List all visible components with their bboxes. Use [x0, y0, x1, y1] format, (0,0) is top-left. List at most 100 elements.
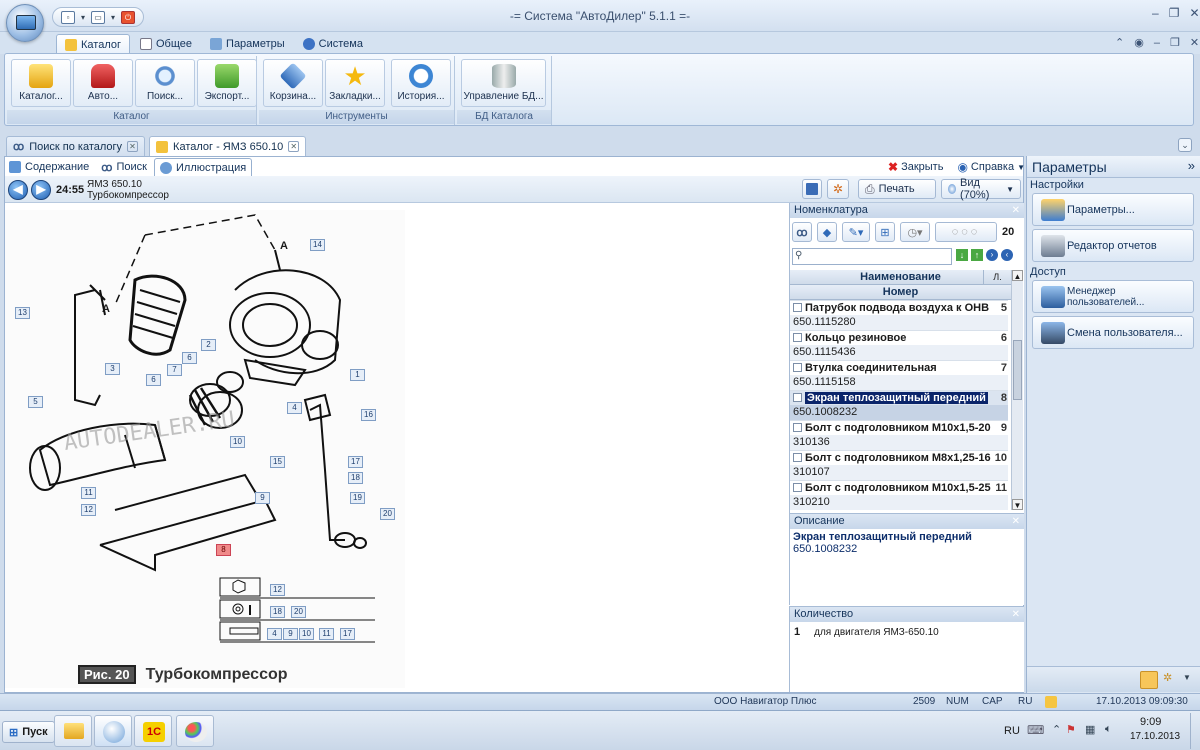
user-manager-button[interactable]: Менеджер пользователей... — [1032, 280, 1194, 313]
tray-lang[interactable]: RU — [1004, 725, 1020, 737]
checkbox[interactable] — [793, 363, 802, 372]
parameters-button[interactable]: Параметры... — [1032, 193, 1194, 226]
list-item[interactable]: Кольцо резиновое 6 — [790, 330, 1008, 345]
list-item-number[interactable]: 650.1008232 — [790, 405, 1008, 420]
checkbox[interactable] — [793, 393, 802, 402]
tab-general[interactable]: Общее — [132, 34, 200, 54]
callout[interactable]: 3 — [105, 363, 120, 375]
scrollbar[interactable]: ▲ ▼ — [1011, 270, 1023, 510]
start-button[interactable]: ⊞ Пуск — [2, 721, 55, 743]
legend-callout[interactable]: 20 — [291, 606, 306, 618]
legend-callout[interactable]: 17 — [340, 628, 355, 640]
search-input[interactable]: ⚲ — [792, 248, 952, 265]
callout[interactable]: 14 — [310, 239, 325, 251]
history-icon[interactable]: ◌◌◌ — [935, 222, 997, 242]
clock-icon[interactable]: ◷▾ — [900, 222, 930, 242]
forward-button[interactable]: ▶ — [31, 180, 51, 200]
scroll-thumb[interactable] — [1013, 340, 1022, 400]
doc-tab-search[interactable]: ꝏ Поиск по каталогу ✕ — [6, 136, 146, 156]
restore-icon[interactable]: ❐ — [1170, 36, 1180, 49]
columns-icon[interactable]: ⊞ — [875, 222, 895, 242]
legend-callout[interactable]: 11 — [319, 628, 334, 640]
change-user-button[interactable]: Смена пользователя... — [1032, 316, 1194, 349]
binoculars-icon[interactable]: ꝏ — [792, 222, 812, 242]
history-button[interactable]: История... — [391, 59, 451, 107]
exit-icon[interactable]: ⏻ — [121, 10, 136, 24]
callout[interactable]: 20 — [380, 508, 395, 520]
close-icon[interactable]: ✕ — [1190, 36, 1199, 49]
list-item[interactable]: Втулка соединительная 7 — [790, 360, 1008, 375]
panel-icon[interactable]: ✲ — [1163, 671, 1177, 685]
legend-callout[interactable]: 4 — [267, 628, 282, 640]
close-icon[interactable]: ✕ — [1189, 6, 1199, 20]
minimize-icon[interactable]: – — [1154, 37, 1160, 49]
tab-illustration[interactable]: Иллюстрация — [154, 158, 253, 176]
paint-taskbar-button[interactable] — [176, 715, 214, 747]
callout[interactable]: 17 — [348, 456, 363, 468]
list-item-number[interactable]: 310210 — [790, 495, 1008, 510]
close-tab-icon[interactable]: ✕ — [127, 141, 139, 152]
explorer-taskbar-button[interactable] — [54, 715, 92, 747]
list-item-number[interactable]: 650.1115280 — [790, 315, 1008, 330]
legend-callout[interactable]: 18 — [270, 606, 285, 618]
callout[interactable]: 15 — [270, 456, 285, 468]
print-button[interactable]: ⎙ Печать — [858, 179, 936, 199]
db-management-button[interactable]: Управление БД... — [461, 59, 546, 107]
callout[interactable]: 7 — [167, 364, 182, 376]
basket-icon[interactable]: ◆ — [817, 222, 837, 242]
close-button[interactable]: ✖ Закрыть — [888, 160, 943, 174]
tab-catalog[interactable]: Каталог — [56, 34, 130, 54]
checkbox[interactable] — [793, 483, 802, 492]
tab-parameters[interactable]: Параметры — [202, 34, 293, 54]
checkbox[interactable] — [793, 453, 802, 462]
col-header-name[interactable]: Наименование — [790, 270, 1011, 285]
report-editor-button[interactable]: Редактор отчетов — [1032, 229, 1194, 262]
auto-button[interactable]: Авто... — [73, 59, 133, 107]
close-panel-icon[interactable]: ✕ — [1012, 203, 1020, 218]
app-menu-button[interactable] — [6, 4, 44, 42]
close-panel-icon[interactable]: ✕ — [1012, 514, 1020, 529]
callout-selected[interactable]: 8 — [216, 544, 231, 556]
save-button[interactable] — [802, 179, 822, 199]
callout[interactable]: 6 — [146, 374, 161, 386]
callout[interactable]: 12 — [81, 504, 96, 516]
catalog-button[interactable]: Каталог... — [11, 59, 71, 107]
scroll-down-icon[interactable]: ▼ — [1012, 499, 1023, 510]
export-button[interactable]: Экспорт... — [197, 59, 257, 107]
list-item[interactable]: Патрубок подвода воздуха к ОНВ 5 — [790, 300, 1008, 315]
arrow-up-icon[interactable]: ↑ — [971, 249, 983, 261]
checkbox[interactable] — [793, 333, 802, 342]
windows-icon[interactable]: ▭ — [91, 10, 106, 24]
bookmarks-button[interactable]: ★ Закладки... — [325, 59, 385, 107]
col-header-number[interactable]: Номер — [790, 285, 1011, 300]
show-hidden-icon[interactable]: ⌃ — [1052, 723, 1061, 736]
settings-button[interactable]: ✲ — [827, 179, 849, 199]
callout[interactable]: 19 — [350, 492, 365, 504]
restore-icon[interactable]: ❐ — [1169, 6, 1180, 20]
close-tab-icon[interactable]: ✕ — [288, 141, 300, 152]
panel-icon-active[interactable] — [1140, 671, 1158, 689]
show-desktop-button[interactable] — [1190, 713, 1198, 749]
callout[interactable]: 9 — [255, 492, 270, 504]
collapse-ribbon-icon[interactable]: ⌃ — [1115, 36, 1124, 49]
minimize-icon[interactable]: – — [1152, 6, 1159, 20]
callout[interactable]: 16 — [361, 409, 376, 421]
callout[interactable]: 11 — [81, 487, 96, 499]
keyboard-icon[interactable]: ⌨ — [1027, 723, 1044, 737]
callout[interactable]: 1 — [350, 369, 365, 381]
checkbox[interactable] — [793, 423, 802, 432]
callout[interactable]: 5 — [28, 396, 43, 408]
callout[interactable]: 10 — [230, 436, 245, 448]
list-item[interactable]: Болт с подголовником М10х1,5-25 11 — [790, 480, 1008, 495]
network-icon[interactable]: ▦ — [1085, 723, 1095, 736]
doc-tab-catalog[interactable]: Каталог - ЯМЗ 650.10 ✕ — [149, 136, 307, 156]
list-item-number[interactable]: 650.1115436 — [790, 345, 1008, 360]
list-item-number[interactable]: 650.1115158 — [790, 375, 1008, 390]
callout[interactable]: 2 — [201, 339, 216, 351]
basket-button[interactable]: Корзина... — [263, 59, 323, 107]
1c-taskbar-button[interactable]: 1C — [134, 715, 172, 747]
back-button[interactable]: ◀ — [8, 180, 28, 200]
list-item[interactable]: Болт с подголовником М10х1,5-20 9 — [790, 420, 1008, 435]
view-dropdown[interactable]: Вид (70%) ▼ — [941, 177, 1021, 201]
callout[interactable]: 18 — [348, 472, 363, 484]
